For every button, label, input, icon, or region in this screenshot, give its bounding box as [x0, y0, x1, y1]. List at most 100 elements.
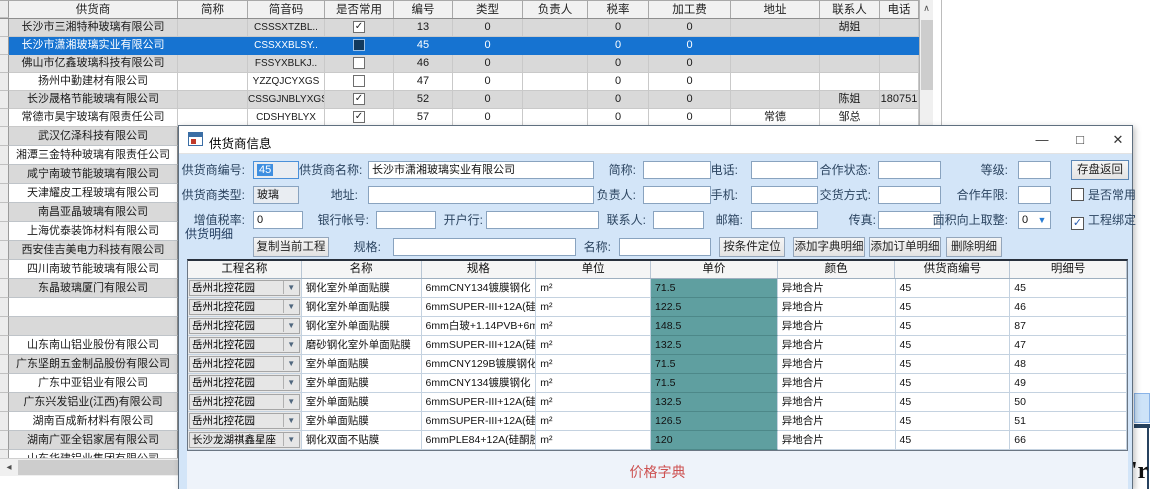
list-item[interactable]: 山东华建铝业集团有限公司 [0, 450, 178, 458]
grid-row[interactable]: 岳州北控花园▼室外单面贴膜6mmCNY134镀膜钢化m²71.5异地合片4549 [188, 374, 1127, 393]
supplier-type-field[interactable]: 玻璃 [253, 186, 299, 204]
list-item[interactable]: 广东坚朗五金制品股份有限公司 [0, 355, 178, 374]
column-header[interactable]: 供货商 [9, 1, 178, 18]
grid-column-header[interactable]: 名称 [302, 261, 422, 278]
bank-no-field[interactable] [376, 211, 436, 229]
chevron-down-icon[interactable]: ▼ [283, 395, 299, 408]
column-header[interactable]: 地址 [731, 1, 820, 18]
project-name-combobox[interactable]: 岳州北控花园▼ [188, 355, 302, 374]
grid-column-header[interactable]: 单价 [651, 261, 778, 278]
column-header[interactable]: 加工费 [649, 1, 731, 18]
grid-row[interactable]: 岳州北控花园▼室外单面贴膜6mmSUPER-III+12A(硅...m²132.… [188, 393, 1127, 412]
column-header[interactable]: 类型 [453, 1, 523, 18]
column-header[interactable]: 编号 [394, 1, 453, 18]
grid-row[interactable]: 长沙龙湖祺鑫星座▼钢化双面不贴膜6mmPLE84+12A(硅酮胶...m²120… [188, 431, 1127, 450]
delete-detail-button[interactable]: 删除明细 [946, 237, 1002, 257]
grid-row[interactable]: 岳州北控花园▼钢化室外单面贴膜6mmCNY134镀膜钢化m²71.5异地合片45… [188, 279, 1127, 298]
chevron-down-icon[interactable]: ▼ [283, 376, 299, 389]
column-header[interactable]: 电话 [880, 1, 919, 18]
common-use-checkbox[interactable] [353, 93, 365, 105]
table-row[interactable]: 长沙市三湘特种玻璃有限公司CSSSXTZBL..13000胡姐 [0, 19, 933, 37]
short-name-field[interactable] [643, 161, 711, 179]
horizontal-scrollbar-thumb[interactable] [18, 460, 178, 475]
list-item[interactable]: 广东中亚铝业有限公司 [0, 374, 178, 393]
project-name-combobox[interactable]: 岳州北控花园▼ [188, 336, 302, 355]
copy-project-button[interactable]: 复制当前工程 [253, 237, 329, 257]
email-field[interactable] [751, 211, 818, 229]
dialog-titlebar[interactable]: 供货商信息 — □ ✕ [179, 126, 1132, 154]
main-table-vertical-scrollbar[interactable]: ∧ [919, 0, 933, 125]
supplier-name-field[interactable]: 长沙市潇湘玻璃实业有限公司 [368, 161, 594, 179]
maximize-button[interactable]: □ [1062, 126, 1098, 154]
list-item[interactable]: 湖南广亚全铝家居有限公司 [0, 431, 178, 450]
common-use-checkbox[interactable] [353, 75, 365, 87]
project-name-combobox[interactable]: 岳州北控花园▼ [188, 393, 302, 412]
table-row[interactable]: 佛山市亿鑫玻璃科技有限公司FSSYXBLKJ..46000 [0, 55, 933, 73]
list-item[interactable]: 广东兴发铝业(江西)有限公司 [0, 393, 178, 412]
vat-field[interactable]: 0 [253, 211, 303, 229]
grid-row[interactable]: 岳州北控花园▼钢化室外单面贴膜6mm白玻+1.14PVB+6mm...m²148… [188, 317, 1127, 336]
list-item[interactable] [0, 298, 178, 317]
column-header[interactable]: 联系人 [820, 1, 880, 18]
address-field[interactable] [368, 186, 594, 204]
common-use-checkbox[interactable] [353, 111, 365, 123]
project-binding-checkbox[interactable]: ✓工程绑定 [1071, 211, 1136, 229]
round-up-combobox[interactable]: 0▼ [1018, 211, 1051, 229]
list-item[interactable]: 天津耀皮工程玻璃有限公司 [0, 184, 178, 203]
chevron-down-icon[interactable]: ▼ [1035, 212, 1049, 228]
list-item[interactable] [0, 317, 178, 336]
list-item[interactable]: 上海优泰装饰材料有限公司 [0, 222, 178, 241]
project-name-combobox[interactable]: 岳州北控花园▼ [188, 317, 302, 336]
table-row[interactable]: 长沙晟格节能玻璃有限公司CSSGJNBLYXGS52000陈姐180751 [0, 91, 933, 109]
main-table-horizontal-scrollbar[interactable]: ◂ [0, 458, 178, 476]
common-use-checkbox[interactable] [353, 57, 365, 69]
close-button[interactable]: ✕ [1100, 126, 1136, 154]
chevron-down-icon[interactable]: ▼ [283, 338, 299, 351]
manager-field[interactable] [643, 186, 711, 204]
coop-years-field[interactable] [1018, 186, 1051, 204]
project-name-combobox[interactable]: 长沙龙湖祺鑫星座▼ [188, 431, 302, 450]
spec-filter-field[interactable] [393, 238, 576, 256]
list-item[interactable]: 武汉亿泽科技有限公司 [0, 127, 178, 146]
grid-row[interactable]: 岳州北控花园▼室外单面贴膜6mmSUPER-III+12A(硅...m²126.… [188, 412, 1127, 431]
column-header[interactable]: 负责人 [523, 1, 588, 18]
project-name-combobox[interactable]: 岳州北控花园▼ [188, 374, 302, 393]
chevron-down-icon[interactable]: ▼ [283, 414, 299, 427]
list-item[interactable]: 山东南山铝业股份有限公司 [0, 336, 178, 355]
grid-column-header[interactable]: 供货商编号 [895, 261, 1010, 278]
project-name-combobox[interactable]: 岳州北控花园▼ [188, 298, 302, 317]
table-row[interactable]: 扬州中勤建材有限公司YZZQJCYXGS47000 [0, 73, 933, 91]
save-return-button[interactable]: 存盘返回 [1071, 160, 1129, 180]
contact-field[interactable] [653, 211, 704, 229]
list-item[interactable]: 湘潭三金特种玻璃有限责任公司 [0, 146, 178, 165]
common-use-checkbox[interactable]: 是否常用 [1071, 186, 1136, 204]
project-name-combobox[interactable]: 岳州北控花园▼ [188, 412, 302, 431]
column-header[interactable]: 简称 [178, 1, 248, 18]
add-order-detail-button[interactable]: 添加订单明细 [869, 237, 941, 257]
list-item[interactable]: 湖南百成新材料有限公司 [0, 412, 178, 431]
table-row[interactable]: 长沙市潇湘玻璃实业有限公司CSSXXBLSY..45000 [0, 37, 933, 55]
grid-row[interactable]: 岳州北控花园▼磨砂钢化室外单面贴膜6mmSUPER-III+12A(硅...m²… [188, 336, 1127, 355]
common-use-checkbox[interactable] [353, 39, 365, 51]
grid-column-header[interactable]: 工程名称 [188, 261, 302, 278]
list-item[interactable]: 咸宁南玻节能玻璃有限公司 [0, 165, 178, 184]
grid-row[interactable]: 岳州北控花园▼室外单面贴膜6mmCNY129B镀膜钢化m²71.5异地合片454… [188, 355, 1127, 374]
scroll-left-icon[interactable]: ◂ [2, 461, 16, 475]
column-header[interactable]: 简音码 [248, 1, 325, 18]
grid-row[interactable]: 岳州北控花园▼钢化室外单面贴膜6mmSUPER-III+12A(硅...m²12… [188, 298, 1127, 317]
add-dictionary-detail-button[interactable]: 添加字典明细 [793, 237, 865, 257]
list-item[interactable]: 西安佳吉美电力科技有限公司 [0, 241, 178, 260]
column-header[interactable]: 税率 [588, 1, 649, 18]
locate-by-condition-button[interactable]: 按条件定位 [719, 237, 785, 257]
grid-column-header[interactable]: 单位 [536, 261, 651, 278]
chevron-down-icon[interactable]: ▼ [283, 300, 299, 313]
grid-column-header[interactable]: 规格 [422, 261, 537, 278]
list-item[interactable]: 四川南玻节能玻璃有限公司 [0, 260, 178, 279]
list-item[interactable]: 南昌亚晶玻璃有限公司 [0, 203, 178, 222]
bank-field[interactable] [486, 211, 599, 229]
column-header[interactable]: 是否常用 [325, 1, 394, 18]
scroll-up-icon[interactable]: ∧ [920, 0, 933, 16]
name-filter-field[interactable] [619, 238, 711, 256]
coop-status-field[interactable] [878, 161, 941, 179]
list-item[interactable]: 东晶玻璃厦门有限公司 [0, 279, 178, 298]
